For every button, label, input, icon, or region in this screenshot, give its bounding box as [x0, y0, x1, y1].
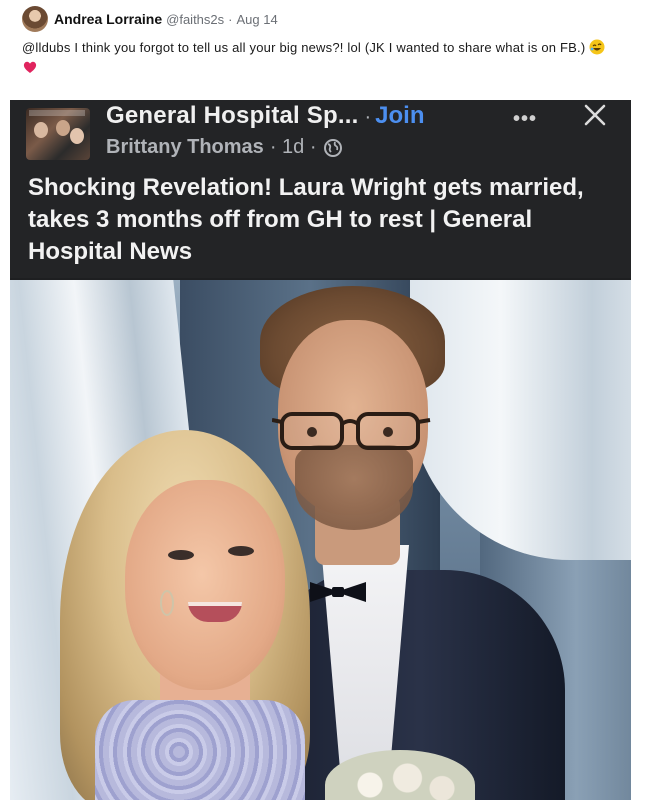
post-time[interactable]: · 1d ·: [270, 136, 317, 159]
red-heart-emoji: [23, 61, 37, 73]
rolling-on-floor-laughing-emoji: [589, 39, 605, 55]
tweet-author-name[interactable]: Andrea Lorraine: [54, 11, 162, 27]
globe-icon: [323, 138, 342, 157]
tweet-date[interactable]: Aug 14: [236, 12, 277, 27]
tweet-body: @lldubs I think you forgot to tell us al…: [22, 40, 586, 55]
more-options-icon[interactable]: •••: [513, 108, 537, 131]
tweet-separator: ·: [228, 11, 233, 27]
avatar[interactable]: [22, 6, 48, 32]
earring: [160, 590, 174, 616]
lace-dress: [95, 700, 305, 800]
curtain-right: [410, 280, 631, 560]
bowtie-icon: [310, 582, 366, 602]
post-header: General Hospital Sp... · Join ••• Britta…: [10, 100, 631, 278]
tweet: Andrea Lorraine @faiths2s · Aug 14 @lldu…: [12, 0, 632, 100]
tweet-header: Andrea Lorraine @faiths2s · Aug 14: [22, 6, 278, 32]
group-avatar[interactable]: [26, 108, 90, 160]
author-line: Brittany Thomas · 1d ·: [106, 136, 343, 159]
post-photo[interactable]: [10, 280, 631, 800]
close-icon[interactable]: [582, 102, 608, 128]
post-author[interactable]: Brittany Thomas: [106, 136, 264, 159]
tweet-handle[interactable]: @faiths2s: [166, 12, 224, 27]
join-button[interactable]: Join: [375, 102, 424, 130]
group-line: General Hospital Sp... · Join: [106, 102, 424, 130]
facebook-post-card[interactable]: General Hospital Sp... · Join ••• Britta…: [10, 100, 631, 800]
group-separator: ·: [364, 106, 372, 128]
tweet-text: @lldubs I think you forgot to tell us al…: [22, 38, 622, 78]
glasses-icon: [272, 412, 431, 450]
bride-face: [125, 480, 285, 690]
group-name[interactable]: General Hospital Sp...: [106, 102, 358, 130]
post-headline[interactable]: Shocking Revelation! Laura Wright gets m…: [28, 172, 618, 268]
